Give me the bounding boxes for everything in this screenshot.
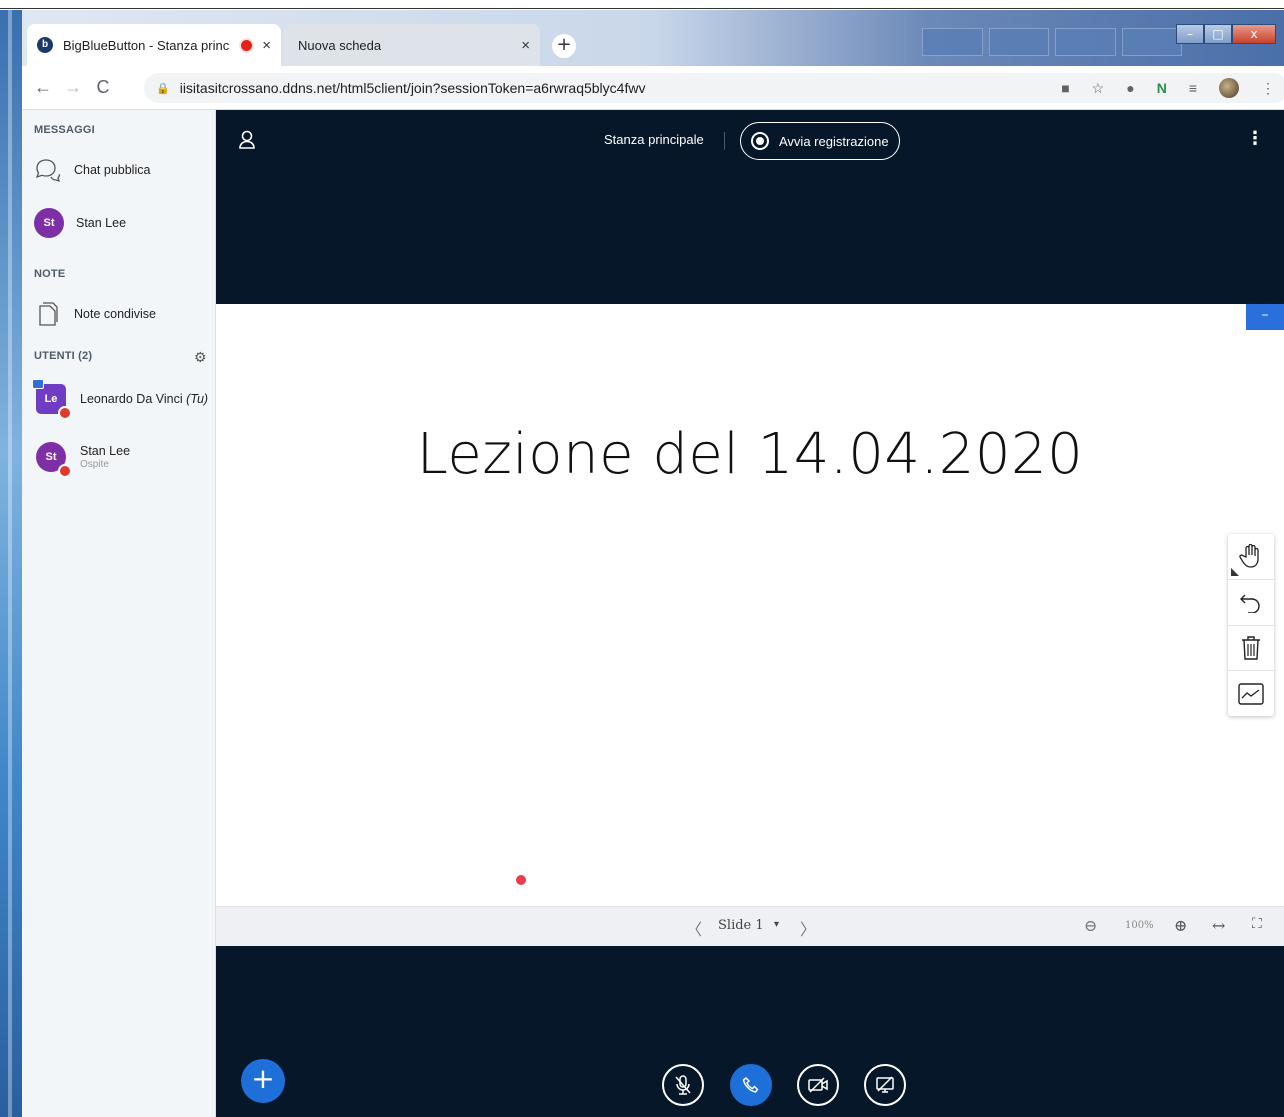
- screen: – □ x b BigBlueButton - Stanza princ × N…: [0, 0, 1284, 1117]
- trash-icon: [1242, 636, 1260, 660]
- address-bar[interactable]: 🔒 iisitasitcrossano.ddns.net/html5client…: [144, 73, 1284, 103]
- private-chat-name: Stan Lee: [76, 216, 127, 230]
- extension-n-icon[interactable]: N: [1157, 80, 1167, 96]
- extension-shield-icon[interactable]: ●: [1126, 80, 1134, 96]
- shared-notes-label: Note condivise: [74, 307, 156, 321]
- pan-tool-button[interactable]: [1228, 534, 1274, 580]
- lock-icon: 🔒: [156, 82, 170, 95]
- forward-arrow-icon[interactable]: →: [58, 77, 88, 98]
- whiteboard-chart-icon: [1238, 682, 1264, 705]
- recording-indicator-icon: [241, 39, 253, 51]
- zoom-out-button[interactable]: ⊖: [1084, 916, 1097, 935]
- zoom-in-button[interactable]: ⊕: [1174, 916, 1187, 935]
- slide-title: Lezione del 14.04.2020: [416, 422, 1084, 487]
- fit-to-width-button[interactable]: ↔: [1212, 916, 1225, 935]
- gear-icon[interactable]: ⚙: [194, 349, 207, 366]
- avatar: Le: [32, 379, 72, 420]
- phone-icon: [742, 1076, 759, 1093]
- user-item[interactable]: Le Leonardo Da Vinci (Tu): [32, 379, 209, 420]
- private-chat-item[interactable]: St Stan Lee: [34, 208, 126, 238]
- user-name: Leonardo Da Vinci (Tu): [80, 392, 209, 406]
- presentation-slide: Lezione del 14.04.2020 –: [216, 304, 1284, 906]
- room-title: Stanza principale: [604, 132, 704, 147]
- messages-section-title: MESSAGGI: [34, 124, 95, 136]
- camera-off-icon: [808, 1077, 828, 1093]
- maximize-window-button[interactable]: □: [1204, 24, 1232, 44]
- start-recording-button[interactable]: Avvia registrazione: [740, 122, 900, 160]
- public-chat-item[interactable]: Chat pubblica: [34, 156, 150, 184]
- share-webcam-button[interactable]: [797, 1064, 839, 1106]
- muted-mic-badge-icon: [58, 464, 72, 478]
- fullscreen-button[interactable]: ⛶: [1252, 916, 1262, 932]
- bookmark-star-icon[interactable]: ☆: [1092, 80, 1105, 97]
- close-window-button[interactable]: x: [1232, 24, 1276, 44]
- next-slide-button[interactable]: 〉: [800, 916, 816, 940]
- avatar: St: [34, 208, 64, 238]
- document-icon: [34, 300, 62, 328]
- reading-list-icon[interactable]: ≡: [1189, 80, 1197, 96]
- avatar: St: [36, 442, 72, 478]
- main-area: Stanza principale Avvia registrazione ⋮ …: [216, 110, 1284, 1117]
- shared-notes-item[interactable]: Note condivise: [34, 300, 156, 328]
- profile-avatar-icon[interactable]: [1219, 78, 1239, 98]
- muted-mic-icon: [675, 1075, 691, 1095]
- tab-title: BigBlueButton - Stanza princ: [63, 37, 230, 53]
- undo-icon: [1240, 594, 1260, 614]
- multi-user-whiteboard-button[interactable]: [1228, 671, 1274, 716]
- desktop-share-off-icon: [876, 1076, 894, 1093]
- undo-button[interactable]: [1228, 580, 1274, 626]
- user-list-toggle-icon[interactable]: [238, 130, 256, 154]
- slide-controls-bar: 〈 Slide 1 ▾ 〉 ⊖ 100% ⊕ ↔ ⛶: [216, 906, 1284, 946]
- hand-icon: [1239, 544, 1259, 569]
- close-tab-icon[interactable]: ×: [262, 37, 271, 54]
- whiteboard-toolbar: [1228, 534, 1274, 716]
- desktop-edge: [0, 10, 22, 1117]
- chat-bubbles-icon: [34, 156, 62, 184]
- sidebar: MESSAGGI Chat pubblica St Stan Lee NOTE …: [22, 110, 216, 1117]
- record-icon: [751, 132, 769, 150]
- clear-all-button[interactable]: [1228, 626, 1274, 672]
- share-screen-button[interactable]: [864, 1064, 906, 1106]
- divider: [724, 132, 725, 150]
- user-name: Stan Lee: [80, 444, 131, 458]
- presenter-icon: [32, 379, 44, 389]
- top-border: [0, 0, 1284, 9]
- reload-icon[interactable]: C: [88, 77, 118, 98]
- user-item[interactable]: St Stan Lee Ospite: [36, 442, 131, 478]
- browser-tab-active[interactable]: b BigBlueButton - Stanza princ ×: [27, 24, 281, 66]
- browser-toolbar: ← → C 🔒 iisitasitcrossano.ddns.net/html5…: [22, 66, 1284, 110]
- new-tab-button[interactable]: +: [552, 34, 576, 58]
- chevron-down-icon[interactable]: ▾: [774, 919, 779, 930]
- bigbluebutton-favicon-icon: b: [37, 37, 53, 53]
- background-window-decoration: [922, 28, 1182, 56]
- muted-mic-badge-icon: [58, 406, 72, 420]
- actions-plus-button[interactable]: +: [241, 1059, 285, 1103]
- close-tab-icon[interactable]: ×: [521, 37, 530, 54]
- leave-audio-button[interactable]: [730, 1064, 772, 1106]
- record-label: Avvia registrazione: [779, 133, 889, 149]
- browser-tab-inactive[interactable]: Nuova scheda ×: [284, 24, 540, 66]
- url-text: iisitasitcrossano.ddns.net/html5client/j…: [179, 80, 646, 96]
- camera-icon[interactable]: ■: [1061, 80, 1069, 96]
- minimize-window-button[interactable]: –: [1176, 24, 1204, 44]
- slide-selector[interactable]: Slide 1: [718, 918, 764, 933]
- minimize-presentation-button[interactable]: –: [1246, 304, 1284, 330]
- mute-microphone-button[interactable]: [662, 1064, 704, 1106]
- public-chat-label: Chat pubblica: [74, 163, 151, 177]
- zoom-level: 100%: [1125, 920, 1154, 931]
- users-section-title: UTENTI (2): [34, 350, 93, 362]
- browser-menu-icon[interactable]: ⋮: [1261, 80, 1275, 97]
- presenter-cursor: [516, 875, 526, 885]
- notes-section-title: NOTE: [34, 268, 66, 280]
- previous-slide-button[interactable]: 〈: [686, 916, 702, 940]
- back-arrow-icon[interactable]: ←: [28, 77, 58, 98]
- options-menu-icon[interactable]: ⋮: [1246, 128, 1264, 149]
- window-controls: – □ x: [1176, 24, 1276, 44]
- you-label: (Tu): [186, 392, 209, 406]
- tab-title: Nuova scheda: [298, 37, 382, 53]
- user-role: Ospite: [80, 459, 109, 470]
